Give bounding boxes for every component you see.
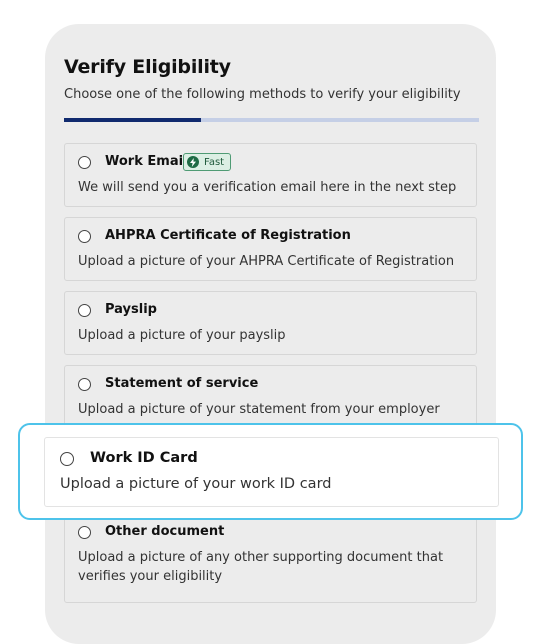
option-description: We will send you a verification email he… [78, 180, 457, 195]
option-title: Work Email [105, 154, 188, 169]
option-other-document[interactable]: Other document Upload a picture of any o… [64, 513, 477, 603]
radio-button[interactable] [78, 304, 91, 317]
page-title: Verify Eligibility [64, 56, 231, 78]
option-title: Statement of service [105, 376, 259, 391]
option-title: Work ID Card [90, 450, 198, 466]
option-work-email[interactable]: Work Email Fast We will send you a verif… [64, 143, 477, 207]
radio-button[interactable] [78, 378, 91, 391]
radio-button[interactable] [78, 230, 91, 243]
page-subtitle: Choose one of the following methods to v… [64, 87, 461, 102]
option-title: Other document [105, 524, 225, 539]
option-description: Upload a picture of any other supporting… [78, 550, 444, 584]
badge-label: Fast [204, 156, 225, 168]
radio-button[interactable] [78, 156, 91, 169]
option-description: Upload a picture of your statement from … [78, 402, 440, 417]
option-title: Payslip [105, 302, 157, 317]
option-title: AHPRA Certificate of Registration [105, 228, 351, 243]
progress-bar-fill [64, 118, 201, 122]
option-description: Upload a picture of your payslip [78, 328, 286, 343]
radio-button[interactable] [60, 452, 74, 466]
option-description: Upload a picture of your work ID card [60, 476, 332, 492]
highlighted-option-frame: Work ID Card Upload a picture of your wo… [18, 423, 523, 520]
option-payslip[interactable]: Payslip Upload a picture of your payslip [64, 291, 477, 355]
radio-button[interactable] [78, 526, 91, 539]
progress-bar [64, 118, 479, 122]
option-ahpra-certificate[interactable]: AHPRA Certificate of Registration Upload… [64, 217, 477, 281]
lightning-bolt-icon [187, 156, 199, 168]
fast-badge: Fast [183, 153, 232, 171]
option-description: Upload a picture of your AHPRA Certifica… [78, 254, 455, 269]
option-work-id-card[interactable]: Work ID Card Upload a picture of your wo… [44, 437, 499, 507]
